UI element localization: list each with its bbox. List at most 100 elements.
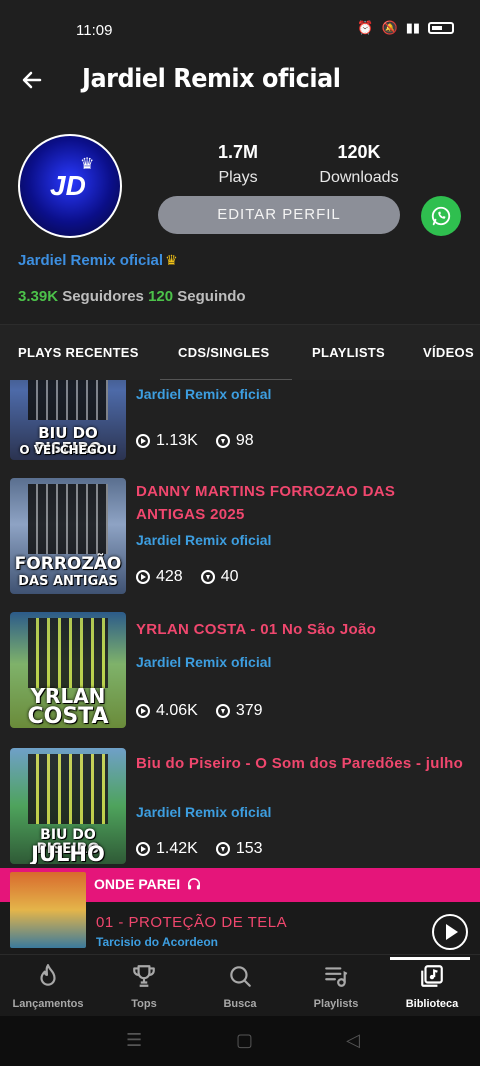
play-count-icon — [136, 570, 150, 584]
download-count: 98 — [235, 432, 254, 449]
arrow-left-icon — [22, 71, 42, 89]
download-count: 379 — [235, 702, 263, 719]
download-count-icon — [215, 704, 230, 718]
header: Jardiel Remix oficial — [0, 58, 480, 118]
nav-label: Tops — [131, 998, 157, 1010]
track-artist[interactable]: Jardiel Remix oficial — [136, 532, 271, 548]
playlist-icon — [325, 967, 348, 987]
track-artist[interactable]: Jardiel Remix oficial — [136, 804, 271, 820]
library-icon — [421, 965, 443, 987]
now-playing-artist: Tarcisio do Acordeon — [96, 935, 219, 949]
whatsapp-icon — [431, 206, 451, 226]
track-artist[interactable]: Jardiel Remix oficial — [136, 654, 271, 670]
system-nav-bar: ☰ ▢ ◁ — [0, 1016, 480, 1066]
tab-videos[interactable]: VÍDEOS — [423, 345, 474, 360]
status-bar: 11:09 ⏰ 🔕 ▮▮ — [0, 0, 480, 58]
avatar-logo-text: JD — [50, 170, 86, 201]
trophy-icon — [133, 965, 155, 987]
track-cover: BIU DO PISEIRO O VEI CHEGOU — [10, 380, 126, 460]
whatsapp-button[interactable] — [421, 196, 461, 236]
list-item[interactable]: YRLAN COSTA YRLAN COSTA - 01 No São João… — [0, 612, 480, 732]
followers-count[interactable]: 3.39K — [18, 288, 58, 305]
page-title: Jardiel Remix oficial — [82, 64, 341, 94]
nav-biblioteca[interactable]: Biblioteca — [384, 963, 480, 1010]
active-nav-indicator — [390, 957, 470, 960]
list-item[interactable]: FORROZÃO DAS ANTIGAS DANNY MARTINS FORRO… — [0, 478, 480, 598]
track-stats: 428 40 — [136, 568, 239, 586]
play-count: 4.06K — [156, 702, 198, 719]
plays-label: Plays — [218, 169, 258, 186]
avatar[interactable]: ♛ JD — [18, 134, 122, 238]
headphones-icon — [188, 878, 200, 890]
plays-value: 1.7M — [217, 142, 259, 162]
followers-label[interactable]: Seguidores — [62, 288, 144, 305]
play-count-icon — [136, 434, 150, 448]
home-icon[interactable]: ▢ — [236, 1030, 253, 1051]
back-nav-icon[interactable]: ◁ — [346, 1030, 360, 1051]
download-count: 153 — [235, 840, 263, 857]
play-count-icon — [136, 842, 150, 856]
followers-row: 3.39K Seguidores 120 Seguindo — [18, 288, 246, 305]
edit-profile-button[interactable]: EDITAR PERFIL — [158, 196, 400, 234]
play-count: 428 — [156, 568, 183, 585]
now-playing-cover — [10, 872, 86, 948]
track-title[interactable]: Biu do Piseiro - O Som dos Paredões - ju… — [136, 752, 466, 775]
profile-name-text: Jardiel Remix oficial — [18, 252, 164, 269]
nav-label: Busca — [223, 998, 257, 1010]
following-label[interactable]: Seguindo — [177, 288, 245, 305]
download-count-icon — [215, 434, 230, 448]
cover-text: JULHO — [31, 842, 105, 865]
cover-text: O VEI CHEGOU — [19, 443, 117, 457]
play-count: 1.13K — [156, 432, 198, 449]
flame-icon — [40, 964, 56, 986]
play-button[interactable] — [432, 914, 468, 950]
cover-text: COSTA — [27, 704, 109, 728]
alarm-icon: ⏰ — [357, 20, 374, 35]
downloads-label: Downloads — [319, 169, 399, 186]
track-cover: BIU DO PISEIRO JULHO — [10, 748, 126, 864]
profile-name: Jardiel Remix oficial ♛ — [18, 252, 178, 269]
status-icons: ⏰ 🔕 ▮▮ — [357, 20, 454, 36]
bottom-nav: Lançamentos Tops Busca Playlists Bibliot… — [0, 954, 480, 1016]
nav-busca[interactable]: Busca — [192, 963, 288, 1010]
list-item[interactable]: BIU DO PISEIRO JULHO Biu do Piseiro - O … — [0, 748, 480, 868]
track-cover: YRLAN COSTA — [10, 612, 126, 728]
downloads-value: 120K — [337, 142, 381, 162]
back-button[interactable] — [20, 68, 46, 94]
following-count[interactable]: 120 — [148, 288, 173, 305]
track-title[interactable]: YRLAN COSTA - 01 No São João — [136, 618, 466, 641]
nav-label: Biblioteca — [405, 998, 459, 1010]
mute-icon: 🔕 — [381, 20, 398, 35]
play-count: 1.42K — [156, 840, 198, 857]
nav-tops[interactable]: Tops — [96, 963, 192, 1010]
tab-cds-singles[interactable]: CDS/SINGLES — [178, 345, 269, 360]
track-stats: 1.42K 153 — [136, 840, 263, 858]
downloads-stat: 120K Downloads — [304, 142, 414, 187]
crown-badge-icon: ♛ — [165, 252, 178, 268]
track-stats: 1.13K 98 — [136, 432, 254, 450]
track-cover: FORROZÃO DAS ANTIGAS — [10, 478, 126, 594]
cover-text: YRLAN — [30, 684, 106, 708]
now-playing-title: 01 - PROTEÇÃO DE TELA — [96, 914, 288, 931]
download-count: 40 — [220, 568, 239, 585]
status-time: 11:09 — [76, 22, 113, 39]
track-list[interactable]: BIU DO PISEIRO O VEI CHEGOU Jardiel Remi… — [0, 380, 480, 868]
tab-bar: PLAYS RECENTES CDS/SINGLES PLAYLISTS VÍD… — [0, 324, 480, 381]
nav-label: Playlists — [313, 998, 359, 1010]
battery-icon — [428, 22, 454, 34]
download-count-icon — [200, 570, 215, 584]
search-icon — [230, 966, 251, 987]
nav-lancamentos[interactable]: Lançamentos — [0, 963, 96, 1010]
list-item[interactable]: BIU DO PISEIRO O VEI CHEGOU Jardiel Remi… — [0, 380, 480, 464]
plays-stat: 1.7M Plays — [198, 142, 278, 187]
now-playing-bar[interactable]: ONDE PAREI 01 - PROTEÇÃO DE TELA Tarcisi… — [0, 868, 480, 954]
nav-playlists[interactable]: Playlists — [288, 963, 384, 1010]
menu-icon[interactable]: ☰ — [126, 1030, 142, 1051]
tab-playlists[interactable]: PLAYLISTS — [312, 345, 385, 360]
track-artist[interactable]: Jardiel Remix oficial — [136, 386, 271, 402]
nav-label: Lançamentos — [12, 998, 84, 1010]
play-count-icon — [136, 704, 150, 718]
tab-plays-recentes[interactable]: PLAYS RECENTES — [18, 345, 139, 360]
cover-text: FORROZÃO — [14, 554, 122, 574]
track-title[interactable]: DANNY MARTINS FORROZAO DAS ANTIGAS 2025 — [136, 480, 466, 526]
